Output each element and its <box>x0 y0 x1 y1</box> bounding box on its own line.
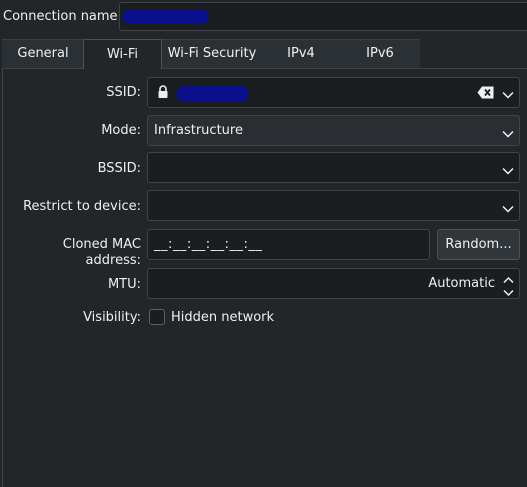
tab-wifi-security[interactable]: Wi-Fi Security <box>162 39 262 69</box>
mtu-value: Automatic <box>428 276 495 291</box>
connection-name-label: Connection name: <box>3 9 122 24</box>
mode-select[interactable]: Infrastructure <box>147 115 520 146</box>
hidden-network-label[interactable]: Hidden network <box>171 310 274 326</box>
chevron-down-icon[interactable] <box>502 164 514 179</box>
restrict-device-combo[interactable] <box>147 190 520 221</box>
hidden-network-checkbox[interactable] <box>149 309 165 325</box>
chevron-down-icon[interactable] <box>502 88 514 103</box>
tab-general[interactable]: General <box>3 39 83 69</box>
cloned-mac-value: __:__:__:__:__:__ <box>154 237 263 252</box>
lock-icon <box>157 85 169 103</box>
bssid-combo[interactable] <box>147 152 520 183</box>
cloned-mac-label: Cloned MAC address: <box>62 237 141 268</box>
redacted-connection-name <box>122 9 208 24</box>
backspace-clear-icon[interactable] <box>477 86 494 103</box>
ssid-combo[interactable] <box>147 77 520 108</box>
visibility-label: Visibility: <box>83 310 141 325</box>
mode-label: Mode: <box>101 123 141 138</box>
redacted-ssid <box>176 85 248 102</box>
mode-value: Infrastructure <box>154 123 243 138</box>
connection-name-input[interactable] <box>119 2 527 31</box>
bssid-label: BSSID: <box>97 161 141 176</box>
chevron-down-icon[interactable] <box>502 202 514 217</box>
mtu-label: MTU: <box>107 277 141 292</box>
tab-ipv6[interactable]: IPv6 <box>340 39 420 69</box>
random-mac-button[interactable]: Random... <box>437 229 520 260</box>
spin-down-icon[interactable] <box>503 286 514 301</box>
restrict-device-label: Restrict to device: <box>23 199 141 214</box>
mtu-spinbox[interactable]: Automatic <box>147 268 520 299</box>
cloned-mac-input[interactable]: __:__:__:__:__:__ <box>147 229 430 260</box>
ssid-label: SSID: <box>106 85 141 100</box>
chevron-down-icon <box>502 127 514 142</box>
tab-ipv4[interactable]: IPv4 <box>262 39 340 69</box>
tab-wifi[interactable]: Wi-Fi <box>83 39 162 69</box>
